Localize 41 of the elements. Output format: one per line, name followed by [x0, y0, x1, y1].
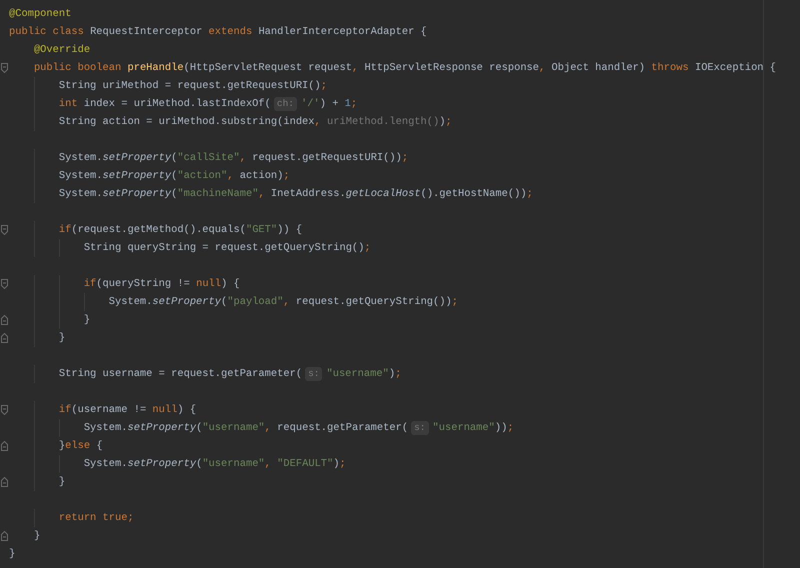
parameter-hint: s: [305, 367, 322, 381]
code-text: "username")); [432, 422, 514, 434]
code-text: System.setProperty("payload", request.getQueryString()); [108, 296, 458, 308]
code-text: String queryString = request.getQueryString(); [84, 242, 371, 254]
code-text: "username"); [326, 368, 402, 380]
code-text: @Component [9, 8, 72, 20]
parameter-hint: ch: [274, 97, 297, 111]
code-text: String action = uriMethod.substring(index, uriMethod.length()); [58, 116, 452, 128]
code-text: String username = request.getParameter( [58, 368, 302, 380]
code-text: return true; [58, 512, 134, 524]
code-text: System.setProperty("username", "DEFAULT"); [84, 458, 346, 470]
code-text: public boolean preHandle(HttpServletRequest request, HttpServletResponse response, Object handler) throws IOException { [34, 62, 776, 74]
code-text: public class RequestInterceptor extends HandlerInterceptorAdapter { [9, 26, 427, 38]
code-text: if(queryString != null) { [84, 278, 240, 290]
code-text: } [34, 530, 40, 542]
code-text: if(username != null) { [58, 404, 196, 416]
fold-marker-icon[interactable] [1, 441, 8, 451]
code-editor[interactable] [0, 0, 800, 568]
code-text: System.setProperty("machineName", InetAddress.getLocalHost().getHostName()); [58, 188, 533, 200]
code-text: System.setProperty("username", request.getParameter( [84, 422, 408, 434]
fold-marker-icon[interactable] [1, 225, 8, 235]
fold-marker-icon[interactable] [1, 333, 8, 343]
code-text: int index = uriMethod.lastIndexOf( [58, 98, 271, 110]
code-text: '/') + 1; [301, 98, 358, 110]
fold-marker-icon[interactable] [1, 477, 8, 487]
code-text: System.setProperty("callSite", request.getRequestURI()); [58, 152, 408, 164]
code-text: if(request.getMethod().equals("GET")) { [58, 224, 302, 236]
fold-marker-icon[interactable] [1, 531, 8, 541]
fold-marker-icon[interactable] [1, 279, 8, 289]
code-text: } [58, 476, 66, 488]
code-text: } [84, 314, 90, 326]
code-text: String uriMethod = request.getRequestURI(); [58, 80, 328, 92]
code-text: System.setProperty("action", action); [58, 170, 290, 182]
code-text: } [9, 548, 16, 560]
code-text: @Override [34, 44, 90, 56]
fold-marker-icon[interactable] [1, 405, 8, 415]
parameter-hint: s: [411, 421, 429, 435]
fold-marker-icon[interactable] [1, 315, 8, 325]
code-text: }else { [58, 440, 103, 452]
code-text: } [58, 332, 66, 344]
fold-marker-icon[interactable] [1, 63, 8, 73]
